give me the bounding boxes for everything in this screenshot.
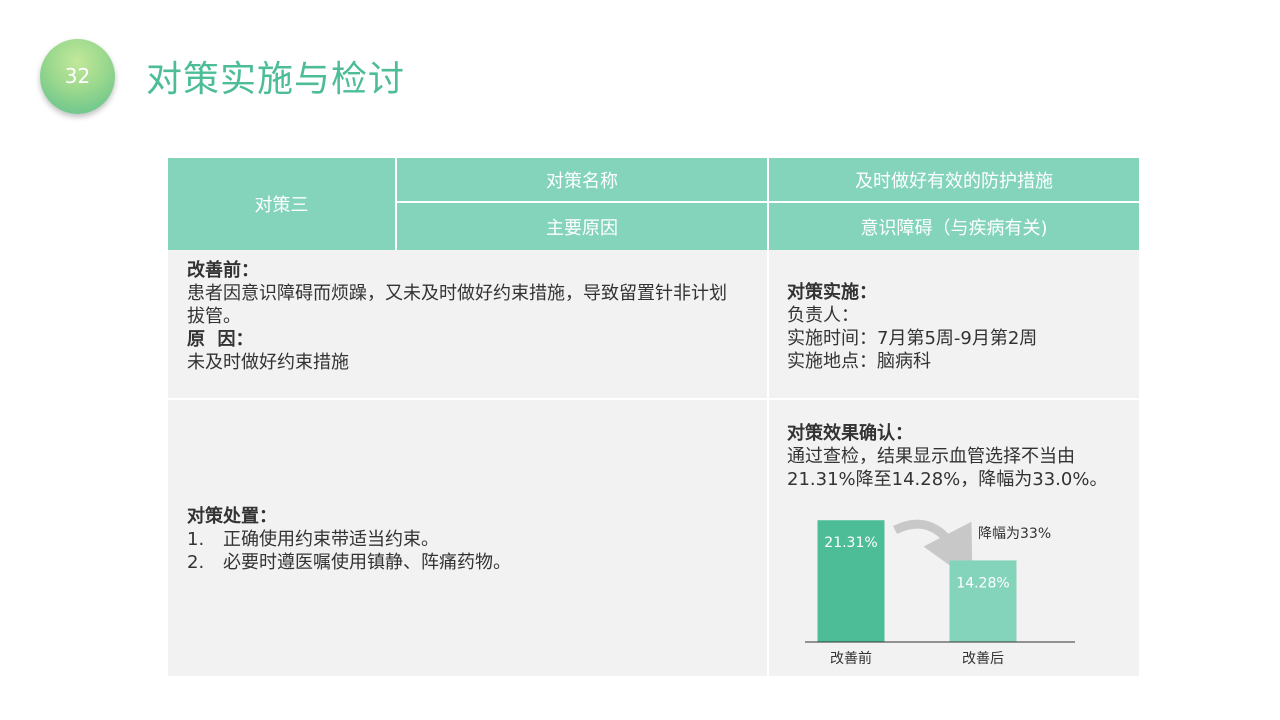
decrease-annotation: 降幅为33% xyxy=(978,526,1051,542)
measure-number: 2. xyxy=(187,552,205,573)
cause-value: 意识障碍（与疾病有关) xyxy=(860,217,1048,239)
measures-cell: 对策处置： 1. 正确使用约束带适当约束。 2. 必要时遵医嘱使用镇静、阵痛药物… xyxy=(168,400,767,676)
effect-line2: 21.31%降至14.28%，降幅为33.0%。 xyxy=(787,469,1108,490)
implementation-owner: 负责人： xyxy=(787,305,859,326)
reason-text: 未及时做好约束措施 xyxy=(187,352,349,373)
category-label: 改善前 xyxy=(830,650,872,667)
page-number-badge: 32 xyxy=(40,39,115,114)
category-label: 改善后 xyxy=(962,651,1004,667)
measure-item-1: 1. 正确使用约束带适当约束。 xyxy=(187,528,511,551)
cause-label-cell: 主要原因 xyxy=(397,203,767,250)
page-title: 对策实施与检讨 xyxy=(146,59,406,100)
countermeasure-label: 对策三 xyxy=(254,195,309,216)
bar-2 xyxy=(949,560,1017,642)
name-value: 及时做好有效的防护措施 xyxy=(855,170,1053,192)
name-label: 对策名称 xyxy=(546,170,618,192)
name-label-cell: 对策名称 xyxy=(397,158,767,201)
before-description-line1: 患者因意识障碍而烦躁，又未及时做好约束措施，导致留置针非计划 xyxy=(187,283,727,304)
bar-data-label: 21.31% xyxy=(824,535,877,551)
measure-text: 必要时遵医嘱使用镇静、阵痛药物。 xyxy=(223,552,511,573)
decrease-arrow xyxy=(892,519,973,582)
name-value-cell: 及时做好有效的防护措施 xyxy=(769,158,1139,201)
cause-value-cell: 意识障碍（与疾病有关) xyxy=(769,203,1139,250)
measure-item-2: 2. 必要时遵医嘱使用镇静、阵痛药物。 xyxy=(187,551,511,574)
effect-bar-chart: 降幅为33% 21.31% 改善前 14.28% 改善后 xyxy=(805,519,1075,667)
countermeasure-cell: 对策三 xyxy=(168,158,395,250)
before-description-line2: 拔管。 xyxy=(187,306,241,327)
before-heading: 改善前： xyxy=(187,260,259,281)
before-cell: 改善前： 患者因意识障碍而烦躁，又未及时做好约束措施，导致留置针非计划 拔管。 … xyxy=(168,250,767,398)
implementation-cell: 对策实施： 负责人： 实施时间：7月第5周-9月第2周 实施地点：脑病科 xyxy=(769,250,1139,398)
measures-heading: 对策处置： xyxy=(187,506,277,527)
bar-data-label: 14.28% xyxy=(956,575,1009,591)
cause-label: 主要原因 xyxy=(546,217,618,239)
implementation-place: 实施地点：脑病科 xyxy=(787,351,931,372)
effect-heading: 对策效果确认： xyxy=(787,423,913,444)
reason-heading: 原 因： xyxy=(187,329,254,350)
measure-number: 1. xyxy=(187,529,205,550)
implementation-heading: 对策实施： xyxy=(787,282,877,303)
measure-text: 正确使用约束带适当约束。 xyxy=(223,529,439,550)
effect-line1: 通过查检，结果显示血管选择不当由 xyxy=(787,446,1075,467)
implementation-time: 实施时间：7月第5周-9月第2周 xyxy=(787,328,1038,349)
